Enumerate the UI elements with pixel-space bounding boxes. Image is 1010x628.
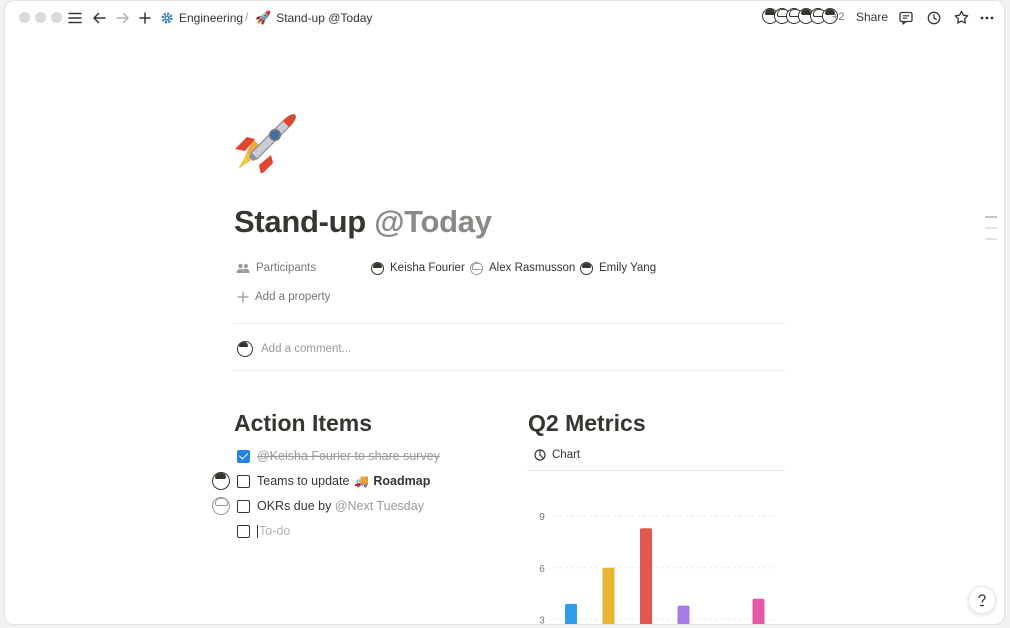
participant-chip[interactable]: Emily Yang bbox=[580, 259, 656, 277]
share-button[interactable]: Share bbox=[856, 10, 888, 24]
breadcrumb-current-page[interactable]: 🚀 Stand-up @Today bbox=[255, 10, 372, 26]
add-property-label: Add a property bbox=[255, 291, 331, 303]
forward-arrow-icon[interactable] bbox=[115, 9, 131, 26]
todo-placeholder: To-do bbox=[259, 524, 291, 538]
participants-property-label[interactable]: Participants bbox=[236, 258, 316, 278]
view-tab-label: Chart bbox=[552, 449, 581, 461]
todo-item[interactable]: @Keisha Fourier to share survey bbox=[237, 447, 440, 465]
chart-icon bbox=[534, 449, 552, 461]
q2-metrics-heading[interactable]: Q2 Metrics bbox=[528, 410, 646, 437]
table-of-contents-marker[interactable] bbox=[985, 238, 997, 240]
chart-view-tab[interactable]: Chart bbox=[534, 447, 580, 463]
todo-checkbox[interactable] bbox=[237, 524, 250, 538]
people-icon bbox=[236, 263, 256, 274]
help-button[interactable] bbox=[968, 586, 996, 614]
zoom-window-button[interactable] bbox=[51, 12, 62, 23]
assignee-avatar[interactable] bbox=[212, 472, 230, 490]
text-cursor bbox=[257, 524, 258, 538]
participant-name: Emily Yang bbox=[599, 262, 657, 274]
minimize-window-button[interactable] bbox=[35, 12, 46, 23]
person-mention[interactable]: @Keisha Fourier bbox=[257, 449, 351, 463]
app-window: Engineering / 🚀 Stand-up @Today +2 Share bbox=[4, 0, 1005, 625]
table-of-contents-marker[interactable] bbox=[985, 227, 997, 229]
view-tab-underline bbox=[527, 470, 785, 471]
todo-text-content: Teams to update bbox=[257, 474, 350, 488]
chart-bar[interactable] bbox=[677, 605, 690, 625]
page-title[interactable]: Stand-up @Today bbox=[234, 204, 492, 240]
table-of-contents-marker[interactable] bbox=[985, 216, 997, 218]
history-clock-icon[interactable] bbox=[926, 9, 942, 26]
todo-checkbox[interactable] bbox=[237, 499, 250, 513]
favorite-star-icon[interactable] bbox=[953, 9, 969, 26]
back-arrow-icon[interactable] bbox=[91, 9, 107, 26]
new-page-plus-icon[interactable] bbox=[137, 9, 153, 26]
assignee-avatar[interactable] bbox=[212, 497, 230, 515]
y-tick-label: 3 bbox=[539, 615, 545, 625]
divider bbox=[233, 323, 785, 324]
breadcrumb-label: Engineering bbox=[179, 11, 244, 25]
property-name: Participants bbox=[256, 262, 317, 274]
more-options-icon[interactable] bbox=[979, 9, 995, 26]
todo-item[interactable]: OKRs due by @Next Tuesday bbox=[237, 497, 424, 515]
chart-bar[interactable] bbox=[640, 528, 652, 625]
avatar bbox=[371, 261, 384, 275]
avatar bbox=[470, 261, 483, 275]
participant-chip[interactable]: Keisha Fourier bbox=[371, 259, 465, 277]
add-comment-field[interactable]: Add a comment... bbox=[237, 340, 351, 358]
top-bar: Engineering / 🚀 Stand-up @Today +2 Share bbox=[5, 1, 1004, 34]
action-items-heading[interactable]: Action Items bbox=[234, 410, 372, 437]
participant-name: Alex Rasmusson bbox=[489, 262, 576, 274]
avatar bbox=[580, 261, 593, 275]
close-window-button[interactable] bbox=[19, 12, 30, 23]
q2-metrics-bar-chart[interactable]: 9 6 3 bbox=[525, 481, 785, 625]
participant-chip[interactable]: Alex Rasmusson bbox=[470, 259, 575, 277]
breadcrumb-label: Stand-up @Today bbox=[276, 11, 373, 25]
help-question-icon bbox=[975, 593, 989, 607]
todo-item[interactable]: Teams to update 🚚 Roadmap bbox=[237, 472, 430, 490]
rocket-icon: 🚀 bbox=[255, 10, 272, 25]
truck-icon: 🚚 bbox=[354, 474, 370, 488]
breadcrumb-engineering[interactable]: Engineering bbox=[160, 10, 243, 26]
breadcrumb-separator: / bbox=[245, 10, 249, 24]
todo-checkbox[interactable] bbox=[237, 474, 250, 488]
todo-text-content: to share survey bbox=[350, 449, 440, 463]
page-icon-rocket[interactable] bbox=[231, 109, 301, 175]
avatar bbox=[237, 341, 253, 357]
extra-viewers-count[interactable]: +2 bbox=[832, 11, 845, 23]
chart-bar[interactable] bbox=[602, 567, 615, 625]
todo-text-content: OKRs due by bbox=[257, 499, 335, 513]
date-mention[interactable]: @Next Tuesday bbox=[335, 499, 424, 513]
page-link-roadmap[interactable]: Roadmap bbox=[373, 474, 430, 488]
todo-checkbox[interactable] bbox=[237, 449, 250, 463]
viewer-avatars[interactable] bbox=[762, 8, 838, 26]
sidebar-menu-icon[interactable] bbox=[67, 9, 83, 26]
divider bbox=[233, 370, 785, 371]
comment-placeholder: Add a comment... bbox=[261, 343, 352, 355]
title-date-mention[interactable]: @Today bbox=[374, 204, 492, 239]
gear-icon bbox=[160, 11, 174, 25]
chart-bar[interactable] bbox=[565, 603, 577, 625]
add-property-button[interactable]: Add a property bbox=[237, 287, 330, 307]
todo-text: @Keisha Fourier to share survey bbox=[257, 449, 440, 463]
participant-name: Keisha Fourier bbox=[390, 262, 465, 274]
title-text: Stand-up bbox=[234, 204, 366, 239]
y-tick-label: 6 bbox=[539, 564, 545, 575]
comments-icon[interactable] bbox=[898, 9, 914, 26]
y-tick-label: 9 bbox=[539, 512, 545, 523]
todo-item-empty[interactable]: To-do bbox=[237, 522, 290, 540]
plus-icon bbox=[237, 291, 255, 303]
chart-bar[interactable] bbox=[752, 598, 765, 625]
